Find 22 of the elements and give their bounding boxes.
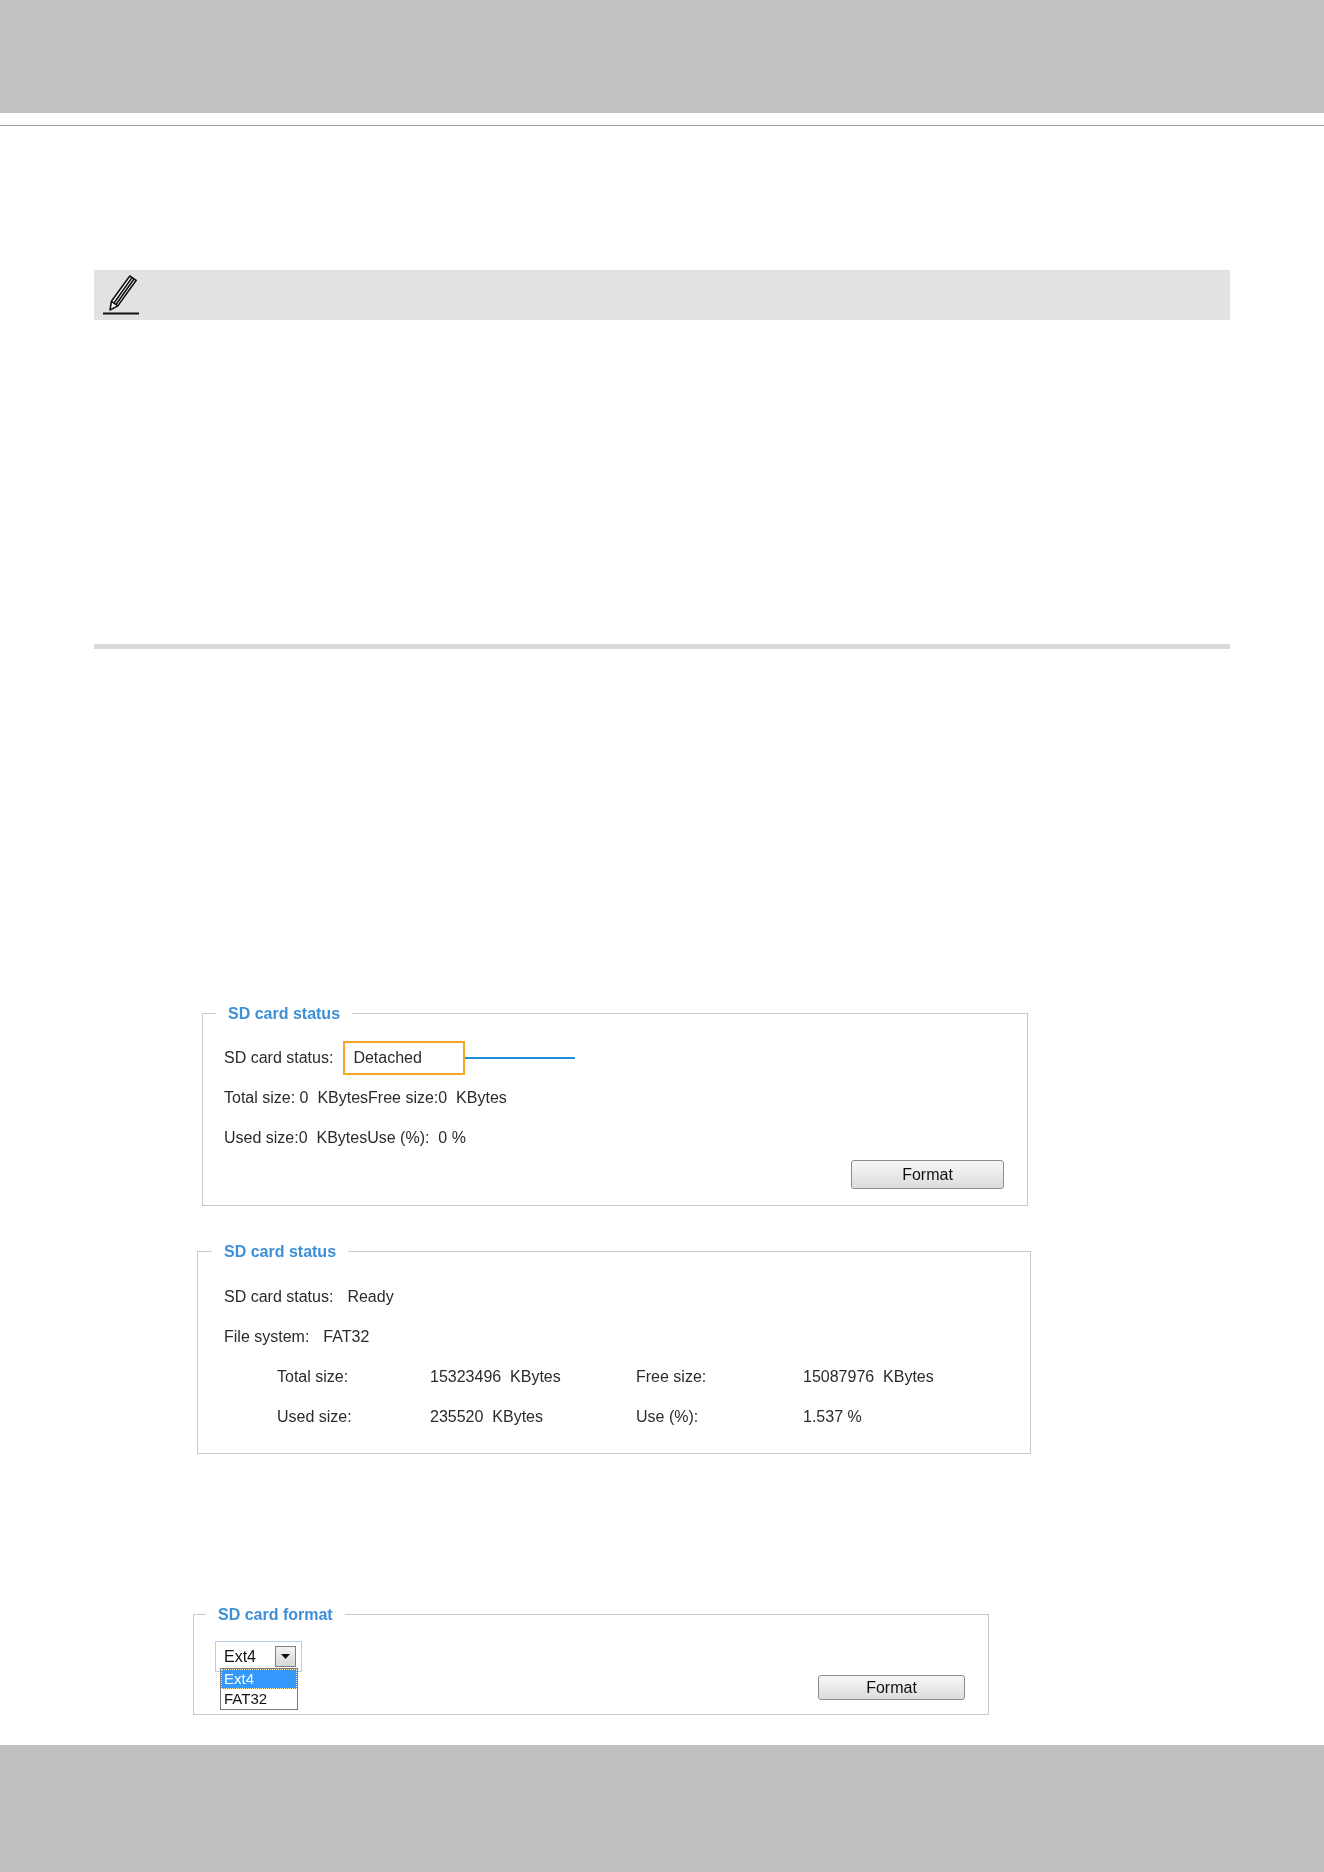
format-button[interactable]: Format [851,1160,1004,1189]
field-label: Free size: [636,1368,708,1386]
field-label: SD card status: [224,1288,334,1306]
size-text: Total size: 0 KBytesFree size:0 KBytes [224,1089,507,1107]
status-value: Detached [343,1041,466,1075]
field-label: Used size: [277,1408,353,1426]
field-value: Ready [347,1288,394,1306]
field-label: File system: [224,1328,310,1346]
size-text: Used size:0 KBytesUse (%): 0 % [224,1129,466,1147]
field-value: 15323496 KBytes [430,1368,562,1386]
field-value: 15087976 KBytes [803,1368,935,1386]
panel-title: SD card status [223,1242,338,1261]
field-label: Total size: [277,1368,350,1386]
pencil-icon [102,275,140,315]
status-label: SD card status: [224,1049,334,1067]
panel-title: SD card status [227,1004,342,1023]
field-value: 1.537 % [803,1408,863,1426]
field-label: Use (%): [636,1408,700,1426]
field-value: 235520 KBytes [430,1408,544,1426]
field-value: FAT32 [323,1328,370,1346]
panel-title: SD card format [217,1605,334,1624]
format-button[interactable]: Format [818,1675,965,1700]
